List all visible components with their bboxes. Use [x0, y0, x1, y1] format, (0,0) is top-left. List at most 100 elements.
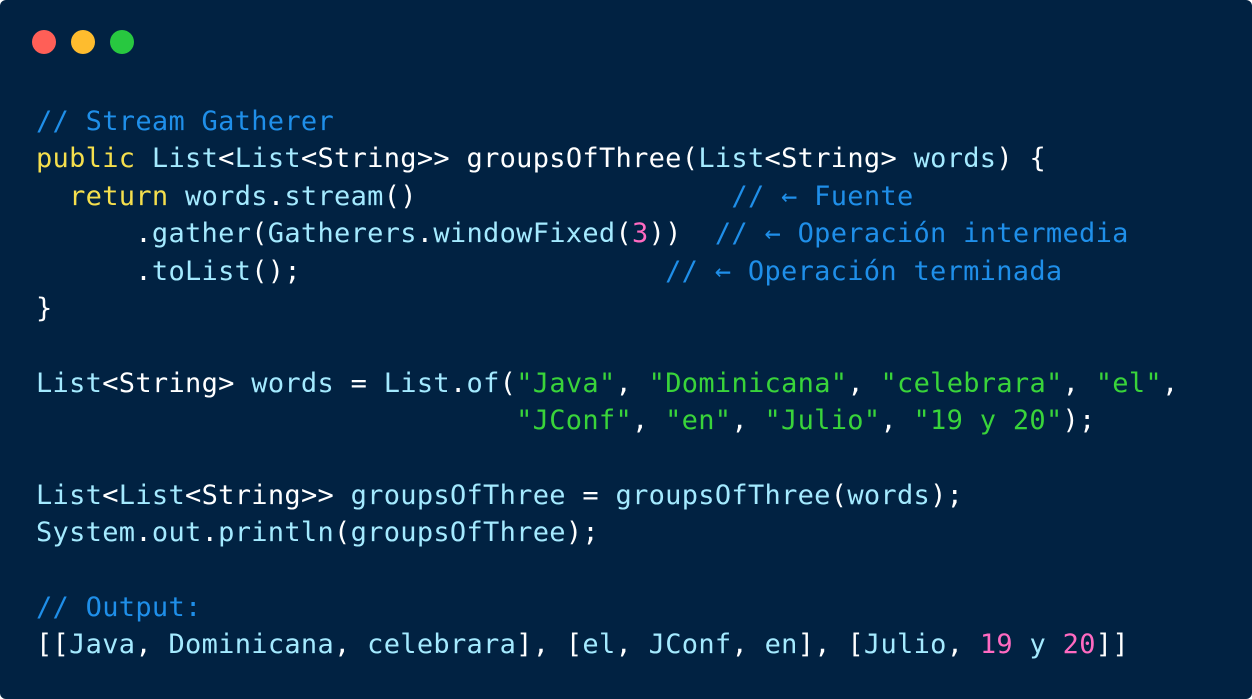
- code-token-punct: .: [135, 517, 152, 549]
- code-token-punct: ,: [615, 367, 649, 399]
- code-token-punct: (: [499, 367, 517, 399]
- code-token-punct: [135, 143, 152, 174]
- code-token-type: List: [118, 479, 186, 511]
- code-line: // Output:: [36, 589, 1179, 626]
- code-token-punct: <: [218, 143, 235, 175]
- code-token-ident: celebrara: [367, 629, 517, 661]
- close-button[interactable]: [32, 30, 56, 54]
- code-token-ident: Dominicana: [168, 629, 335, 661]
- code-token-punct: <: [300, 143, 318, 175]
- code-token-type: List: [234, 143, 301, 175]
- code-token-ident: println: [218, 517, 335, 549]
- code-token-punct: String: [201, 479, 301, 511]
- code-line: List<String> words = List.of("Java", "Do…: [36, 365, 1179, 402]
- code-token-number: 3: [632, 218, 649, 250]
- code-token-punct: (: [830, 479, 848, 511]
- code-token-punct: <: [102, 367, 119, 399]
- code-token-punct: .: [416, 218, 434, 250]
- code-token-punct: )): [648, 218, 715, 250]
- code-token-comment: // ← Operación terminada: [665, 255, 1063, 287]
- code-token-string: "el": [1095, 367, 1162, 399]
- code-token-punct: ,: [731, 405, 765, 437]
- code-token-ident: System: [36, 517, 136, 549]
- code-token-string: "en": [665, 405, 732, 437]
- code-token-ident: of: [466, 367, 500, 399]
- code-token-punct: (: [681, 143, 699, 175]
- code-token-punct: [[: [36, 629, 70, 661]
- code-token-punct: String: [317, 143, 417, 175]
- code-token-comment: // Stream Gatherer: [36, 106, 334, 137]
- code-token-keyword: return: [69, 180, 169, 212]
- code-line: public List<List<String>> groupsOfThree(…: [36, 140, 1179, 177]
- code-token-punct: [168, 181, 185, 212]
- code-token-punct: =: [565, 479, 616, 511]
- code-token-ident: Java: [69, 629, 136, 661]
- code-token-ident: out: [151, 517, 202, 549]
- code-token-ident: words: [913, 143, 997, 175]
- code-token-punct: }: [36, 292, 53, 324]
- code-token-string: "19 y 20": [913, 405, 1063, 437]
- code-token-ident: el: [582, 629, 616, 661]
- code-token-punct: );: [565, 517, 599, 549]
- code-token-ident: groupsOfThree: [350, 517, 566, 549]
- code-token-ident: groupsOfThree: [615, 479, 831, 511]
- code-line: .toList(); // ← Operación terminada: [36, 253, 1179, 290]
- maximize-button[interactable]: [110, 30, 134, 54]
- code-token-comment: // ← Fuente: [731, 180, 914, 212]
- code-token-punct: (: [615, 218, 633, 250]
- code-token-punct: >>: [300, 479, 351, 511]
- code-token-punct: >: [218, 367, 252, 399]
- code-token-punct: >: [880, 143, 914, 175]
- code-token-keyword: public: [36, 143, 136, 175]
- code-token-ident: Julio: [863, 629, 947, 661]
- code-token-ident: words: [847, 479, 931, 511]
- code-line: }: [36, 290, 1179, 327]
- code-token-ident: toList: [151, 255, 252, 287]
- code-token-punct: groupsOfThree: [466, 143, 682, 175]
- code-token-type: List: [698, 143, 765, 175]
- code-line: List<List<String>> groupsOfThree = group…: [36, 477, 1179, 514]
- code-token-punct: ], [: [516, 629, 583, 661]
- code-token-punct: .: [267, 180, 285, 212]
- code-token-type: List: [36, 367, 103, 399]
- code-token-punct: >>: [416, 143, 467, 175]
- code-token-ident: stream: [284, 180, 384, 212]
- code-token-punct: <: [764, 143, 782, 175]
- code-token-punct: (: [334, 517, 351, 549]
- code-token-string: "Dominicana": [648, 367, 848, 399]
- code-token-punct: =: [334, 367, 384, 399]
- window-controls: [32, 30, 134, 54]
- code-token-punct: );: [1062, 405, 1096, 437]
- code-token-punct: ,: [1062, 367, 1096, 399]
- code-token-punct: ,: [946, 629, 980, 661]
- code-token-punct: [36, 405, 516, 436]
- code-token-ident: words: [251, 367, 335, 399]
- code-token-punct: ();: [251, 255, 666, 287]
- code-block: // Stream Gatherer public List<List<Strin…: [36, 103, 1179, 664]
- code-line: return words.stream() // ← Fuente: [36, 178, 1179, 215]
- code-token-punct: [36, 181, 69, 212]
- code-token-punct: .: [449, 367, 467, 399]
- code-token-punct: ) {: [996, 143, 1047, 175]
- code-token-type: List: [151, 143, 219, 175]
- code-token-string: "Java": [516, 367, 616, 399]
- code-token-punct: ,: [135, 629, 169, 661]
- code-token-punct: (: [251, 218, 268, 250]
- code-token-punct: ,: [880, 405, 914, 437]
- minimize-button[interactable]: [71, 30, 95, 54]
- code-token-punct: <: [102, 479, 119, 511]
- code-token-number: 20: [1062, 629, 1096, 661]
- code-token-punct: String: [781, 143, 881, 175]
- code-token-punct: [1013, 629, 1030, 660]
- code-token-punct: .: [36, 255, 152, 287]
- code-line: [[Java, Dominicana, celebrara], [el, JCo…: [36, 626, 1179, 663]
- code-token-ident: words: [185, 180, 268, 212]
- code-token-ident: en: [764, 629, 798, 661]
- code-token-string: "celebrara": [880, 367, 1063, 399]
- code-line: // Stream Gatherer: [36, 103, 1179, 140]
- code-token-string: "JConf": [516, 405, 632, 437]
- code-token-ident: y: [1029, 629, 1047, 661]
